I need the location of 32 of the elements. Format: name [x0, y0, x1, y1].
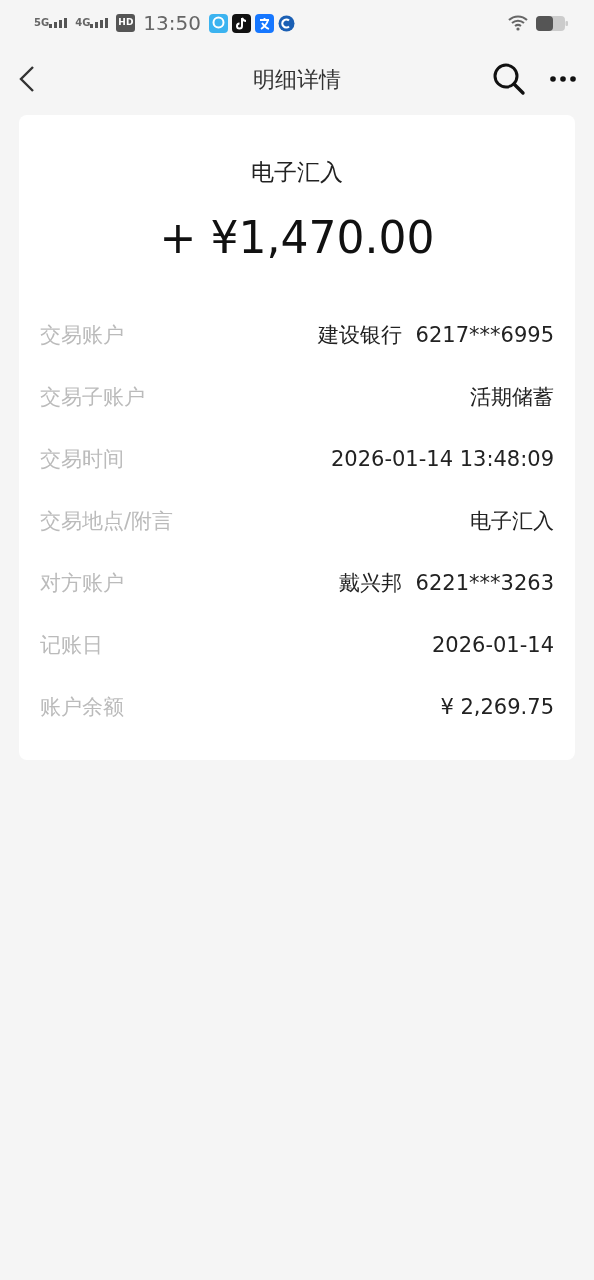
music-note-icon — [232, 13, 251, 33]
field-label: 记账日 — [40, 631, 103, 659]
field-value: 活期储蓄 — [470, 383, 554, 411]
field-label: 对方账户 — [40, 569, 124, 597]
field-value: 2026-01-14 13:48:09 — [330, 445, 554, 473]
field-label: 交易账户 — [40, 321, 124, 349]
search-button[interactable] — [492, 62, 526, 96]
field-value: 戴兴邦 6221***3263 — [339, 569, 554, 597]
wifi-icon — [508, 15, 528, 31]
network-label: 5G — [34, 18, 50, 28]
transaction-amount: + ¥1,470.00 — [158, 211, 436, 265]
field-label: 交易时间 — [40, 445, 124, 473]
signal-icon — [90, 18, 109, 28]
field-value: 2026-01-14 — [431, 631, 554, 659]
app-icon — [278, 13, 295, 33]
app-icon — [209, 13, 228, 33]
page-title: 明细详情 — [253, 65, 341, 94]
field-value: ¥ 2,269.75 — [440, 693, 554, 721]
battery-icon — [536, 15, 568, 31]
field-label: 交易子账户 — [40, 383, 145, 411]
field-value: 建设银行 6217***6995 — [318, 321, 554, 349]
hd-badge: HD — [116, 14, 136, 32]
transaction-type: 电子汇入 — [250, 158, 344, 187]
more-button[interactable] — [550, 76, 576, 82]
field-label: 交易地点/附言 — [40, 507, 174, 535]
signal-icon — [49, 18, 68, 28]
field-value: 电子汇入 — [470, 507, 554, 535]
network-label: 4G — [75, 18, 91, 28]
field-label: 账户余额 — [40, 693, 124, 721]
status-time: 13:50 — [143, 10, 201, 37]
back-button[interactable] — [18, 65, 36, 93]
app-icon — [255, 13, 274, 33]
